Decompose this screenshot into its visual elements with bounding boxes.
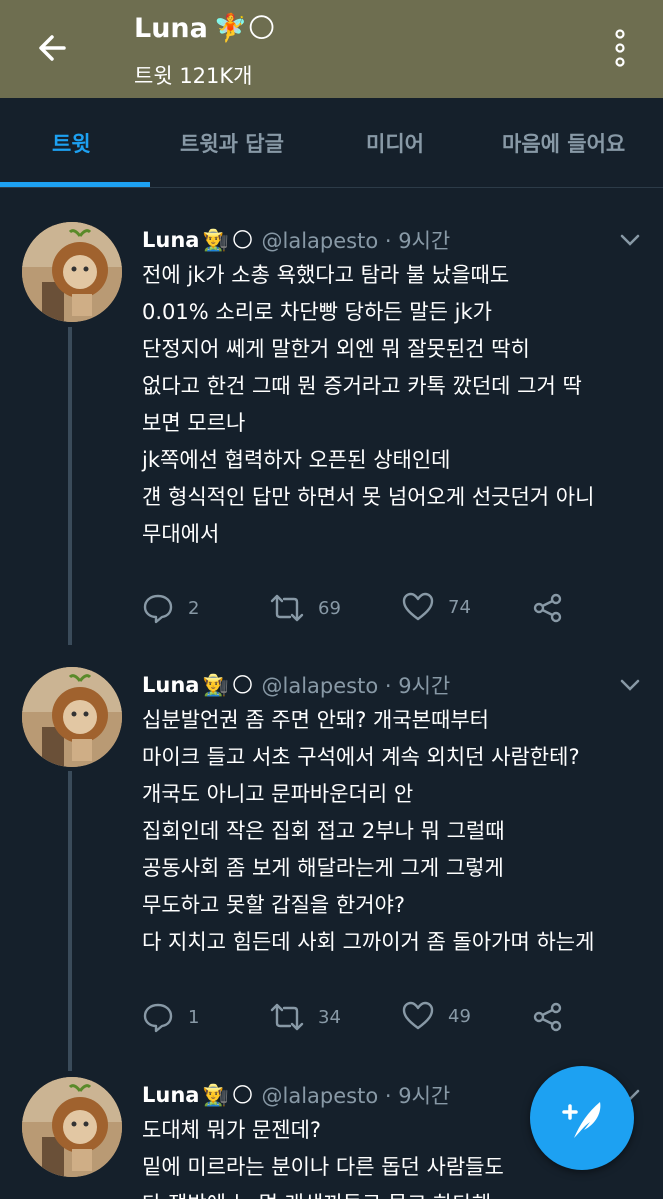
farmer-emoji: 👨‍🌾	[202, 672, 229, 697]
moon-emoji: 🌕	[231, 1083, 254, 1107]
like-count: 74	[448, 596, 471, 618]
reply-button[interactable]: 2	[142, 592, 199, 624]
tweet-actions: 1 34 49	[142, 1001, 642, 1037]
lion-cat-avatar-image	[22, 1077, 122, 1177]
reply-icon	[143, 594, 173, 624]
tweet-count: 트윗 121K개	[134, 64, 253, 88]
active-tab-indicator	[0, 182, 150, 187]
fairy-emoji: 🧚	[213, 13, 248, 44]
retweet-icon	[270, 594, 304, 622]
tweet-line: 다 지치고 힘든데 사회 그까이거 좀 돌아가며 하는게	[142, 930, 595, 954]
retweet-count: 34	[318, 1006, 341, 1028]
moon-emoji: 🌕	[231, 673, 254, 697]
share-icon	[533, 593, 562, 623]
tweet-text: 십분발언권 좀 주면 안돼? 개국본때부터 마이크 들고 서초 구석에서 계속 …	[142, 702, 647, 961]
avatar[interactable]	[22, 1077, 122, 1177]
profile-tabs: 트윗 트윗과 답글 미디어 마음에 들어요	[0, 98, 663, 188]
tweet-text: 전에 jk가 소총 욕했다고 탐라 불 났을때도 0.01% 소리로 차단빵 당…	[142, 257, 647, 553]
tweet-line: 집회인데 작은 집회 접고 2부나 뭐 그럴때	[142, 819, 505, 843]
timeline[interactable]: Luna 👨‍🌾 🌕 @lalapesto · 9시간 전에 jk가 소총 욕했…	[0, 189, 663, 1199]
page-title: Luna 🧚 🌕	[134, 12, 276, 45]
back-arrow-icon[interactable]	[30, 26, 74, 70]
share-button[interactable]	[532, 1001, 578, 1033]
tab-tweets-and-replies[interactable]: 트윗과 답글	[180, 128, 284, 158]
tweet-line: 개국도 아니고 문파바운더리 안	[142, 782, 414, 806]
tweet-line: 무도하고 못할 갑질을 한거야?	[142, 893, 406, 917]
retweet-icon	[270, 1003, 304, 1031]
reply-count: 1	[188, 1006, 200, 1028]
moon-emoji: 🌕	[231, 228, 254, 252]
farmer-emoji: 👨‍🌾	[202, 1082, 229, 1107]
compose-feather-icon	[562, 1102, 601, 1138]
farmer-emoji: 👨‍🌾	[202, 227, 229, 252]
retweet-count: 69	[318, 597, 341, 619]
lion-cat-avatar-image	[22, 667, 122, 767]
lion-cat-avatar-image	[22, 222, 122, 322]
tab-likes[interactable]: 마음에 들어요	[502, 128, 625, 158]
thread-connector	[68, 327, 72, 645]
moon-emoji: 🌕	[247, 12, 276, 44]
display-name[interactable]: Luna	[142, 673, 199, 697]
tweet-line: 없다고 한건 그때 뭔 증거라고 카톡 깠던데 그거 딱	[142, 374, 582, 398]
like-count: 49	[448, 1005, 471, 1027]
share-icon	[533, 1002, 562, 1032]
heart-icon	[402, 592, 434, 621]
tweet-actions: 2 69 74	[142, 592, 642, 628]
tweet-header: Luna 👨‍🌾 🌕 @lalapesto · 9시간	[142, 670, 450, 700]
tweet-line: jk쪽에선 협력하자 오픈된 상태인데	[142, 448, 451, 472]
tweet-line: 공동사회 좀 보게 해달라는게 그게 그렇게	[142, 856, 504, 880]
tweet-line: 마이크 들고 서초 구석에서 계속 외치던 사람한테?	[142, 745, 580, 769]
thread-connector	[68, 771, 72, 1071]
like-button[interactable]: 49	[402, 1001, 471, 1031]
reply-button[interactable]: 1	[142, 1001, 199, 1033]
avatar[interactable]	[22, 667, 122, 767]
avatar[interactable]	[22, 222, 122, 322]
display-name[interactable]: Luna	[142, 228, 199, 252]
more-vertical-icon[interactable]	[613, 28, 627, 68]
display-name[interactable]: Luna	[142, 1083, 199, 1107]
tweet-line: 전에 jk가 소총 욕했다고 탐라 불 났을때도	[142, 263, 510, 287]
heart-icon	[402, 1001, 434, 1030]
chevron-down-icon[interactable]	[619, 233, 641, 247]
tweet-line: 걘 형식적인 답만 하면서 못 넘어오게 선긋던거 아니	[142, 485, 595, 509]
handle-and-time: @lalapesto · 9시간	[261, 674, 451, 698]
tweet-line: 십분발언권 좀 주면 안돼? 개국본때부터	[142, 708, 489, 732]
tweet-header: Luna 👨‍🌾 🌕 @lalapesto · 9시간	[142, 225, 450, 255]
handle-and-time: @lalapesto · 9시간	[261, 1084, 451, 1108]
tweet-line: 보면 모르나	[142, 411, 246, 435]
tweet-line: 단정지어 쎄게 말한거 외엔 뭐 잘못된건 딱히	[142, 337, 530, 361]
chevron-down-icon[interactable]	[619, 678, 641, 692]
tweet-line: 다 잼방에 눈 멀 래색끼들로 몰고 하다해	[142, 1186, 647, 1199]
tweet-line: 무대에서	[142, 522, 220, 546]
tweet-line: 0.01% 소리로 차단빵 당하든 말든 jk가	[142, 300, 492, 324]
title-name: Luna	[134, 12, 208, 44]
compose-tweet-button[interactable]	[530, 1066, 634, 1170]
tab-media[interactable]: 미디어	[366, 128, 424, 158]
retweet-button[interactable]: 34	[270, 1001, 341, 1033]
like-button[interactable]: 74	[402, 592, 471, 622]
tweet-header: Luna 👨‍🌾 🌕 @lalapesto · 9시간	[142, 1080, 450, 1110]
tab-tweets[interactable]: 트윗	[52, 128, 91, 158]
reply-count: 2	[188, 597, 200, 619]
reply-icon	[143, 1003, 173, 1033]
retweet-button[interactable]: 69	[270, 592, 341, 624]
handle-and-time: @lalapesto · 9시간	[261, 229, 451, 253]
share-button[interactable]	[532, 592, 578, 624]
profile-header: Luna 🧚 🌕 트윗 121K개	[0, 0, 663, 98]
